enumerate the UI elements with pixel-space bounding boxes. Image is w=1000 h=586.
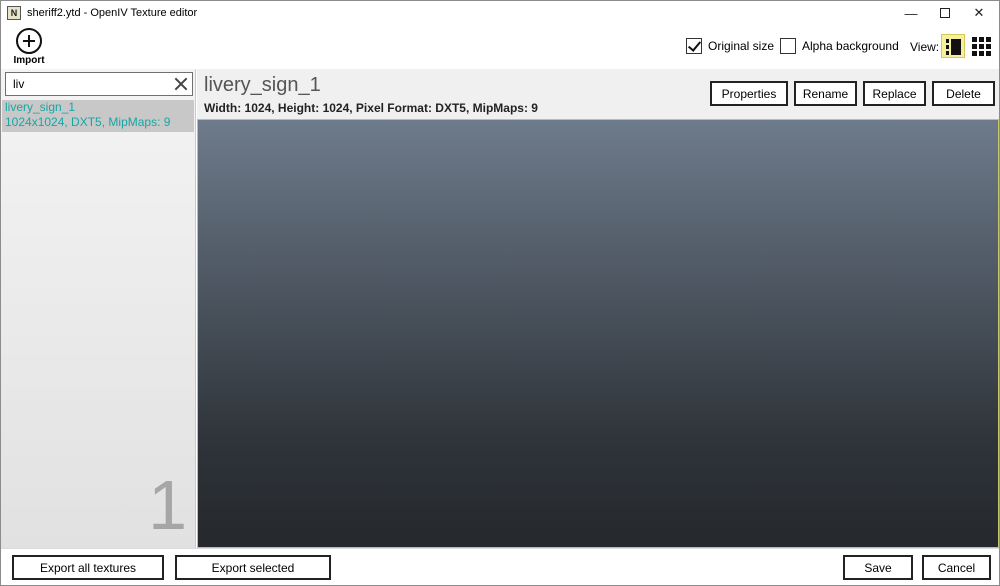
alpha-background-checkbox[interactable] bbox=[780, 38, 796, 54]
texture-preview[interactable] bbox=[197, 119, 999, 548]
maximize-icon bbox=[940, 8, 950, 18]
alpha-background-toggle[interactable]: Alpha background bbox=[780, 38, 899, 54]
texture-details: Width: 1024, Height: 1024, Pixel Format:… bbox=[204, 101, 538, 115]
grid-view-icon-part bbox=[979, 37, 984, 42]
save-button[interactable]: Save bbox=[843, 555, 913, 580]
minimize-icon: — bbox=[904, 5, 918, 21]
alpha-background-label: Alpha background bbox=[802, 39, 899, 53]
export-all-button[interactable]: Export all textures bbox=[12, 555, 164, 580]
toolbar: Import Original size Alpha background Vi… bbox=[1, 25, 999, 69]
grid-view-icon-part bbox=[972, 51, 977, 56]
texture-list-panel: livery_sign_1 1024x1024, DXT5, MipMaps: … bbox=[1, 69, 196, 548]
clear-search-icon[interactable] bbox=[173, 76, 189, 92]
minimize-button[interactable]: — bbox=[895, 1, 927, 25]
properties-button[interactable]: Properties bbox=[710, 81, 788, 106]
close-icon: ✕ bbox=[973, 5, 985, 20]
grid-view-button[interactable] bbox=[969, 34, 993, 58]
search-box bbox=[5, 72, 193, 96]
import-label: Import bbox=[13, 55, 45, 66]
title-bar: N sheriff2.ytd - OpenIV Texture editor —… bbox=[1, 1, 999, 25]
texture-count: 1 bbox=[148, 466, 187, 544]
texture-info-header: livery_sign_1 Width: 1024, Height: 1024,… bbox=[197, 69, 999, 119]
search-input[interactable] bbox=[6, 73, 166, 95]
rename-button[interactable]: Rename bbox=[794, 81, 857, 106]
list-view-button[interactable] bbox=[941, 34, 965, 58]
texture-editor-window: N sheriff2.ytd - OpenIV Texture editor —… bbox=[0, 0, 1000, 586]
texture-item-info: 1024x1024, DXT5, MipMaps: 9 bbox=[5, 115, 171, 129]
grid-view-icon-part bbox=[986, 44, 991, 49]
maximize-button[interactable] bbox=[929, 1, 961, 25]
list-view-icon-part bbox=[946, 51, 949, 55]
delete-button[interactable]: Delete bbox=[932, 81, 995, 106]
cancel-button[interactable]: Cancel bbox=[922, 555, 991, 580]
original-size-checkbox[interactable] bbox=[686, 38, 702, 54]
texture-title: livery_sign_1 bbox=[204, 74, 321, 96]
plus-circle-icon bbox=[16, 28, 42, 54]
export-selected-button[interactable]: Export selected bbox=[175, 555, 331, 580]
grid-view-icon-part bbox=[986, 51, 991, 56]
grid-view-icon bbox=[972, 37, 977, 42]
close-button[interactable]: ✕ bbox=[963, 1, 995, 25]
list-view-icon bbox=[946, 39, 949, 43]
original-size-toggle[interactable]: Original size bbox=[686, 38, 774, 54]
view-label: View: bbox=[910, 40, 940, 54]
list-view-icon-part bbox=[946, 45, 949, 49]
window-title: sheriff2.ytd - OpenIV Texture editor bbox=[27, 7, 198, 19]
grid-view-icon-part bbox=[979, 51, 984, 56]
replace-button[interactable]: Replace bbox=[863, 81, 926, 106]
grid-view-icon-part bbox=[979, 44, 984, 49]
original-size-label: Original size bbox=[708, 39, 775, 53]
texture-item-name: livery_sign_1 bbox=[5, 100, 76, 114]
import-button[interactable]: Import bbox=[9, 28, 49, 68]
grid-view-icon-part bbox=[986, 37, 991, 42]
list-item[interactable]: livery_sign_1 1024x1024, DXT5, MipMaps: … bbox=[2, 100, 194, 132]
list-view-icon-part bbox=[951, 39, 961, 55]
openiv-app-icon: N bbox=[7, 6, 21, 20]
grid-view-icon-part bbox=[972, 44, 977, 49]
footer-bar: Export all textures Export selected Save… bbox=[1, 548, 999, 585]
